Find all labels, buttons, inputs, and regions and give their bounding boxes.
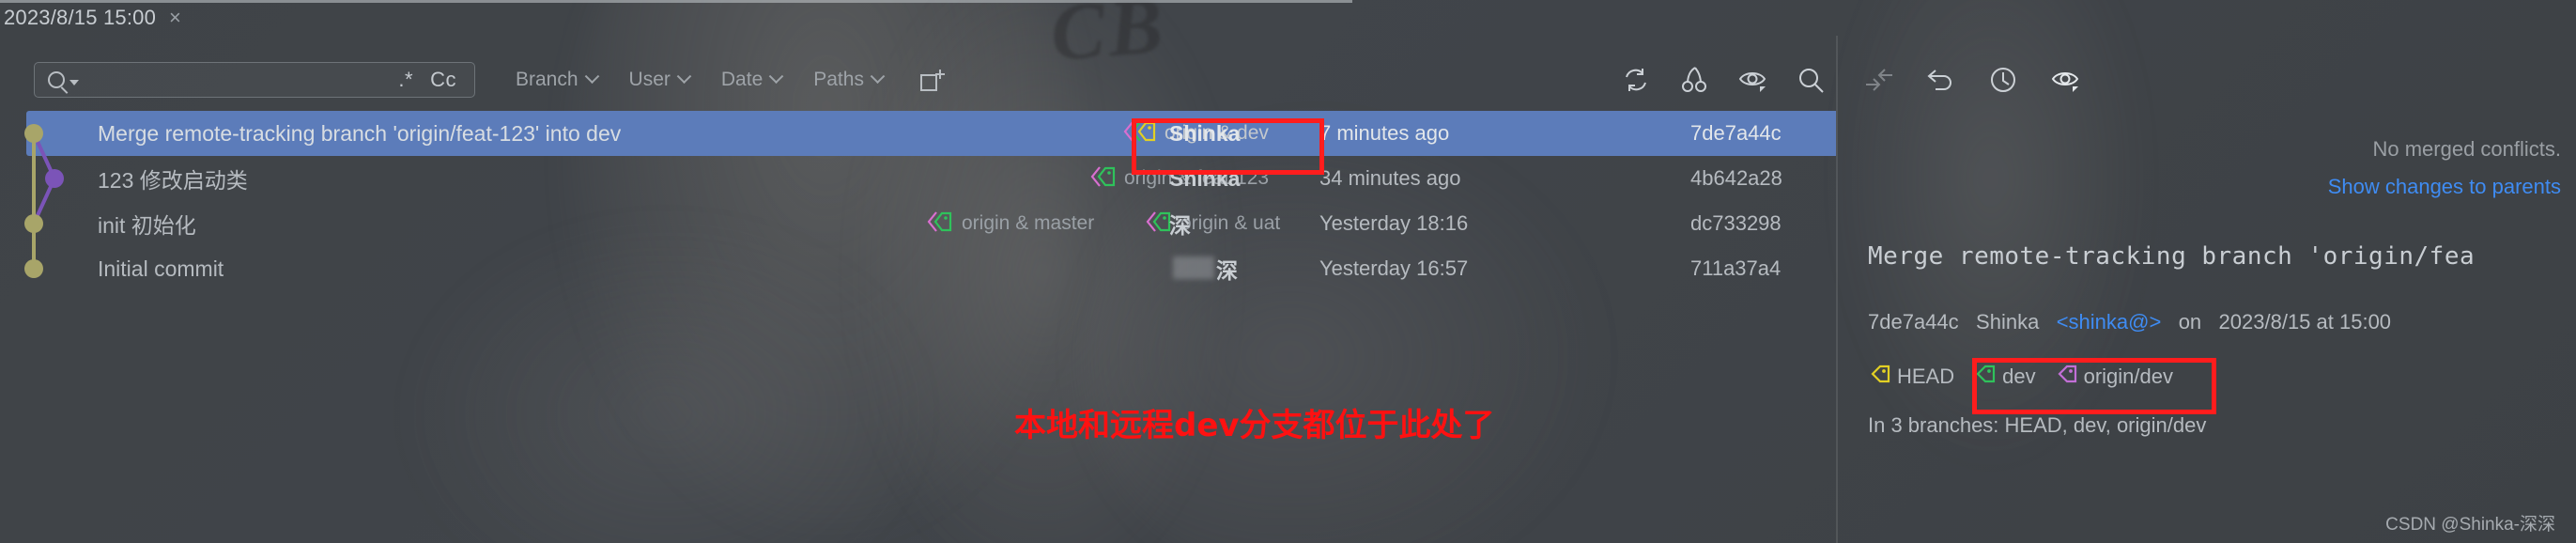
meta-hash: 7de7a44c xyxy=(1868,310,1959,334)
commit-hash: 4b642a28 xyxy=(1690,166,1782,190)
meta-author: Shinka xyxy=(1976,310,2040,334)
tab-commit-2023-8-15[interactable]: 2023/8/15 15:00 × xyxy=(0,0,194,36)
commit-details-panel: No merged conflicts. Show changes to par… xyxy=(1855,111,2576,543)
close-icon[interactable]: × xyxy=(169,8,181,28)
log-toolbar: .* Cc Branch User Date Paths xyxy=(0,58,1841,101)
meta-on-label: on xyxy=(2178,310,2202,334)
details-toolbar xyxy=(1864,58,2080,101)
commit-graph xyxy=(24,124,64,278)
branch-ref-text: origin & master xyxy=(962,212,1095,234)
double-branch-tag-icon xyxy=(925,209,955,239)
search-icon xyxy=(48,71,65,88)
commit-hash: dc733298 xyxy=(1690,211,1782,235)
filter-date[interactable]: Date xyxy=(705,62,797,98)
search-field-wrapper[interactable]: .* Cc xyxy=(34,62,475,98)
commit-date: Yesterday 16:57 xyxy=(1319,256,1469,280)
blurred-author-mask xyxy=(1173,256,1214,279)
filter-paths-label: Paths xyxy=(813,69,864,90)
filter-branch-label: Branch xyxy=(516,69,578,90)
chevron-down-icon xyxy=(676,68,692,84)
chevron-down-icon xyxy=(768,68,784,84)
tag-icon xyxy=(2055,363,2079,390)
filter-user-label: User xyxy=(628,69,671,90)
commit-author: Shinka xyxy=(1169,165,1241,191)
meta-date: 2023/8/15 at 15:00 xyxy=(2218,310,2392,334)
commit-subject: Initial commit xyxy=(98,256,224,281)
git-log-window: CB 2023/8/15 15:00 × .* Cc Branch User D… xyxy=(0,0,2576,543)
ref-chip-dev[interactable]: dev xyxy=(1973,363,2036,390)
tab-strip: 2023/8/15 15:00 × xyxy=(0,0,1841,36)
commit-refs: HEAD dev origin/dev xyxy=(1868,363,2192,390)
search-input[interactable] xyxy=(79,69,391,91)
commit-author: 深 xyxy=(1169,213,1191,238)
watermark: CSDN @Shinka-深深 xyxy=(2385,515,2555,535)
commit-date: Yesterday 18:16 xyxy=(1319,211,1469,235)
clock-history-icon[interactable] xyxy=(1988,65,2018,95)
commit-author: Shinka xyxy=(1169,120,1241,146)
chevron-down-icon xyxy=(870,68,886,84)
table-row[interactable]: 123 修改启动类 origin & feat-123 Shinka 34 mi… xyxy=(0,156,1836,201)
annotation-note: 本地和远程dev分支都位于此处了 xyxy=(1014,407,1495,444)
ref-label-origin-dev: origin/dev xyxy=(2083,364,2173,388)
tab-underline xyxy=(0,0,1352,3)
filter-user[interactable]: User xyxy=(613,62,705,98)
revert-arrow-icon[interactable] xyxy=(1926,65,1956,95)
collapse-arrows-icon xyxy=(1864,65,1894,95)
ref-chip-head[interactable]: HEAD xyxy=(1868,363,1954,390)
commit-metadata: 7de7a44c Shinka <shinka@> on 2023/8/15 a… xyxy=(1868,310,2391,334)
author-email-link[interactable]: <shinka@> xyxy=(2057,310,2162,334)
branches-summary: In 3 branches: HEAD, dev, origin/dev xyxy=(1868,413,2207,437)
commit-subject: Merge remote-tracking branch 'origin/fea… xyxy=(98,120,622,146)
tag-icon xyxy=(1868,363,1892,390)
eye-preview-icon[interactable] xyxy=(2050,65,2080,95)
commit-subject: 123 修改启动类 xyxy=(98,168,248,193)
branch-ref-label[interactable]: origin & master xyxy=(925,209,1094,239)
tab-title: 2023/8/15 15:00 xyxy=(4,6,157,29)
filter-date-label: Date xyxy=(720,69,764,90)
chevron-down-icon xyxy=(584,68,599,84)
commit-author-text: 深 xyxy=(1216,258,1238,283)
search-icon[interactable] xyxy=(1796,65,1826,95)
log-toolbar-right-icons xyxy=(1621,58,1826,101)
ref-label-dev: dev xyxy=(2002,364,2036,388)
commit-hash: 711a37a4 xyxy=(1690,256,1782,280)
panel-divider[interactable] xyxy=(1836,36,1838,543)
commit-message: Merge remote-tracking branch 'origin/fea xyxy=(1868,242,2476,271)
double-branch-tag-icon xyxy=(1089,164,1118,194)
commit-list: Merge remote-tracking branch 'origin/fea… xyxy=(0,111,1836,299)
show-changes-to-parents-link[interactable]: Show changes to parents xyxy=(2328,175,2561,199)
tag-icon xyxy=(1973,363,1998,390)
commit-date: 34 minutes ago xyxy=(1319,166,1461,190)
match-case-toggle-button[interactable]: Cc xyxy=(422,62,465,98)
commit-date: 7 minutes ago xyxy=(1319,121,1450,145)
filter-group: Branch User Date Paths xyxy=(500,62,899,98)
ref-label-head: HEAD xyxy=(1897,364,1955,388)
table-row[interactable]: Merge remote-tracking branch 'origin/fea… xyxy=(0,111,1836,156)
filter-branch[interactable]: Branch xyxy=(500,62,613,98)
regex-toggle-button[interactable]: .* xyxy=(390,62,422,98)
commit-hash: 7de7a44c xyxy=(1690,121,1782,145)
merge-conflict-status: No merged conflicts. xyxy=(2372,137,2561,161)
filter-paths[interactable]: Paths xyxy=(797,62,899,98)
new-tab-icon[interactable] xyxy=(919,68,946,92)
table-row[interactable]: init 初始化 origin & master origin & uat 深 … xyxy=(0,201,1836,246)
intellisort-icon[interactable] xyxy=(1679,65,1709,95)
chevron-down-icon[interactable] xyxy=(69,80,79,85)
refresh-icon[interactable] xyxy=(1621,65,1651,95)
eye-show-details-icon[interactable] xyxy=(1737,65,1767,95)
ref-chip-origin-dev[interactable]: origin/dev xyxy=(2055,363,2173,390)
double-branch-tag-icon xyxy=(1122,119,1158,148)
table-row[interactable]: Initial commit 深 Yesterday 16:57 711a37a… xyxy=(0,246,1836,291)
